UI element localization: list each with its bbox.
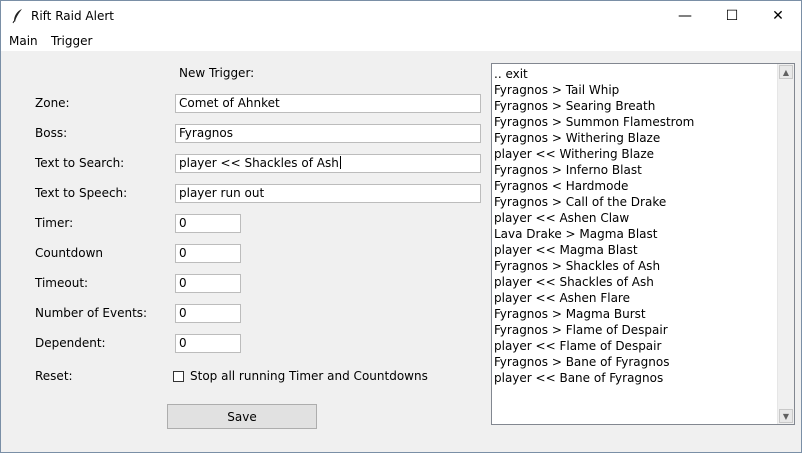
list-item[interactable]: Fyragnos > Flame of Despair	[494, 322, 779, 338]
list-item[interactable]: player << Magma Blast	[494, 242, 779, 258]
list-item[interactable]: Fyragnos > Summon Flamestrom	[494, 114, 779, 130]
list-item[interactable]: player << Bane of Fyragnos	[494, 370, 779, 386]
save-button[interactable]: Save	[167, 404, 317, 429]
list-item[interactable]: .. exit	[494, 66, 779, 82]
menu-trigger[interactable]: Trigger	[51, 34, 92, 48]
list-item[interactable]: Fyragnos > Bane of Fyragnos	[494, 354, 779, 370]
list-item[interactable]: Fyragnos > Shackles of Ash	[494, 258, 779, 274]
text-to-search-field[interactable]: player << Shackles of Ash	[175, 154, 481, 173]
list-item[interactable]: player << Shackles of Ash	[494, 274, 779, 290]
reset-label: Reset:	[35, 369, 73, 383]
feather-icon	[11, 8, 25, 24]
list-item[interactable]: Fyragnos > Call of the Drake	[494, 194, 779, 210]
dependent-field[interactable]: 0	[175, 334, 241, 353]
text-to-speech-label: Text to Speech:	[35, 186, 128, 200]
zone-label: Zone:	[35, 96, 70, 110]
timeout-field[interactable]: 0	[175, 274, 241, 293]
boss-label: Boss:	[35, 126, 68, 140]
list-item[interactable]: Fyragnos > Inferno Blast	[494, 162, 779, 178]
trigger-list: .. exit Fyragnos > Tail Whip Fyragnos > Se…	[494, 66, 779, 386]
scroll-down-arrow-icon[interactable]: ▼	[779, 409, 793, 423]
timer-field[interactable]: 0	[175, 214, 241, 233]
list-item[interactable]: Lava Drake > Magma Blast	[494, 226, 779, 242]
list-item[interactable]: Fyragnos > Searing Breath	[494, 98, 779, 114]
text-to-search-label: Text to Search:	[35, 156, 125, 170]
text-to-search-value: player << Shackles of Ash	[179, 156, 339, 170]
list-item[interactable]: player << Ashen Flare	[494, 290, 779, 306]
list-item[interactable]: Fyragnos > Withering Blaze	[494, 130, 779, 146]
list-item[interactable]: player << Flame of Despair	[494, 338, 779, 354]
list-item[interactable]: Fyragnos > Magma Burst	[494, 306, 779, 322]
dependent-label: Dependent:	[35, 336, 106, 350]
number-of-events-field[interactable]: 0	[175, 304, 241, 323]
minimize-button[interactable]: —	[662, 1, 708, 31]
scroll-up-arrow-icon[interactable]: ▲	[779, 65, 793, 79]
timeout-label: Timeout:	[35, 276, 89, 290]
timer-label: Timer:	[35, 216, 74, 230]
menu-main[interactable]: Main	[9, 34, 38, 48]
close-button[interactable]: ✕	[755, 1, 801, 31]
countdown-field[interactable]: 0	[175, 244, 241, 263]
boss-field[interactable]: Fyragnos	[175, 124, 481, 143]
list-item[interactable]: Fyragnos < Hardmode	[494, 178, 779, 194]
list-item[interactable]: Fyragnos > Tail Whip	[494, 82, 779, 98]
list-scrollbar[interactable]: ▲ ▼	[777, 64, 794, 424]
number-of-events-label: Number of Events:	[35, 306, 148, 320]
countdown-label: Countdown	[35, 246, 104, 260]
title-bar: Rift Raid Alert — ☐ ✕	[1, 1, 801, 31]
app-window: Rift Raid Alert — ☐ ✕ Main Trigger New T…	[0, 0, 802, 453]
reset-checkbox[interactable]	[173, 371, 184, 382]
maximize-button[interactable]: ☐	[709, 1, 755, 31]
zone-field[interactable]: Comet of Ahnket	[175, 94, 481, 113]
text-caret	[339, 156, 341, 169]
reset-checkbox-label[interactable]: Stop all running Timer and Countdowns	[190, 369, 428, 383]
text-to-speech-field[interactable]: player run out	[175, 184, 481, 203]
menu-bar: Main Trigger	[1, 31, 801, 51]
new-trigger-heading: New Trigger:	[179, 66, 255, 80]
trigger-listbox[interactable]: .. exit Fyragnos > Tail Whip Fyragnos > Se…	[491, 63, 795, 425]
list-item[interactable]: player << Withering Blaze	[494, 146, 779, 162]
window-title: Rift Raid Alert	[31, 9, 114, 23]
list-item[interactable]: player << Ashen Claw	[494, 210, 779, 226]
